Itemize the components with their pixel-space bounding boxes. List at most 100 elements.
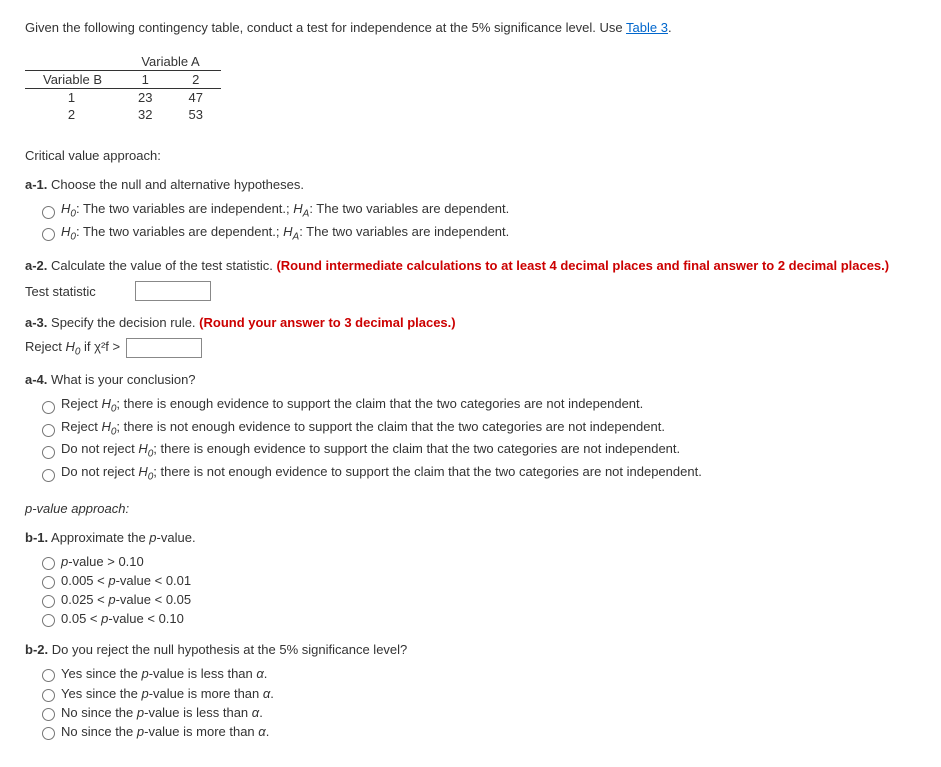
b1-radio-1[interactable]: [42, 557, 55, 570]
cell-11: 23: [120, 89, 170, 107]
intro-text: Given the following contingency table, c…: [25, 20, 916, 35]
b2-radio-1[interactable]: [42, 669, 55, 682]
b1-option-2[interactable]: 0.005 < p-value < 0.01: [37, 572, 916, 590]
b2-opt3-end: .: [259, 705, 263, 720]
a3-reject-if: if: [80, 339, 94, 354]
b2-radio-4[interactable]: [42, 727, 55, 740]
b2-radio-3[interactable]: [42, 708, 55, 721]
a3-input-wrap: Reject H0 if χ²f >: [25, 338, 916, 358]
a3-reject-h: H: [65, 339, 74, 354]
a4-opt2-post: ; there is not enough evidence to suppor…: [116, 419, 665, 434]
a4-option-1[interactable]: Reject H0; there is enough evidence to s…: [37, 395, 916, 417]
a2-input-line: Test statistic: [25, 281, 916, 301]
b1-radio-2[interactable]: [42, 576, 55, 589]
a1-option-2[interactable]: H0: The two variables are dependent.; HA…: [37, 223, 916, 245]
a4-label: a-4. What is your conclusion?: [25, 372, 916, 387]
var-a-header: Variable A: [120, 53, 221, 71]
table3-link[interactable]: Table 3: [626, 20, 668, 35]
a4-opt4-post: ; there is not enough evidence to suppor…: [153, 464, 702, 479]
b1-option-3[interactable]: 0.025 < p-value < 0.05: [37, 591, 916, 609]
b2-opt2-end: .: [270, 686, 274, 701]
b1-opt2-p: p: [108, 573, 115, 588]
cell-22: 53: [170, 106, 220, 123]
contingency-table-wrap: Variable A Variable B 1 2 1 23 47 2 32 5…: [25, 53, 916, 123]
b1-end: -value.: [157, 530, 196, 545]
b2-opt1-mid: -value is less than: [149, 666, 257, 681]
b2-radio-2[interactable]: [42, 689, 55, 702]
a4-opt3-post: ; there is enough evidence to support th…: [153, 441, 680, 456]
b2-opt3-pre: No since the: [61, 705, 137, 720]
b1-radio-4[interactable]: [42, 614, 55, 627]
row-b2: 2: [25, 106, 120, 123]
a1-radio-1[interactable]: [42, 206, 55, 219]
b2-opt1-text: Yes since the p-value is less than α.: [61, 665, 267, 683]
b1-radio-3[interactable]: [42, 595, 55, 608]
b1-option-4[interactable]: 0.05 < p-value < 0.10: [37, 610, 916, 628]
b2-option-1[interactable]: Yes since the p-value is less than α.: [37, 665, 916, 683]
b2-opt2-pre: Yes since the: [61, 686, 141, 701]
test-statistic-input[interactable]: [135, 281, 211, 301]
a1-opt1-ha: H: [293, 201, 302, 216]
critical-value-input[interactable]: [126, 338, 202, 358]
a1-opt1-text: H0: The two variables are independent.; …: [61, 200, 509, 222]
a4-opt2-h: H: [101, 419, 110, 434]
a4-opt2-pre: Reject: [61, 419, 101, 434]
a3-rest: Specify the decision rule.: [47, 315, 199, 330]
a4-option-4[interactable]: Do not reject H0; there is not enough ev…: [37, 463, 916, 485]
a1-opt2-h0: H: [61, 224, 70, 239]
b2-opt3-text: No since the p-value is less than α.: [61, 704, 263, 722]
b2-rest: Do you reject the null hypothesis at the…: [48, 642, 407, 657]
a1-opt2-text: H0: The two variables are dependent.; HA…: [61, 223, 509, 245]
b2-option-4[interactable]: No since the p-value is more than α.: [37, 723, 916, 741]
cell-12: 47: [170, 89, 220, 107]
a4-bold: a-4.: [25, 372, 47, 387]
b2-opt4-mid: -value is more than: [144, 724, 258, 739]
cell-21: 32: [120, 106, 170, 123]
a4-opt4-h: H: [138, 464, 147, 479]
a3-bold: a-3.: [25, 315, 47, 330]
b1-opt2-rest: -value < 0.01: [116, 573, 192, 588]
a1-radio-2[interactable]: [42, 228, 55, 241]
b2-label: b-2. Do you reject the null hypothesis a…: [25, 642, 916, 657]
a1-radio-group: H0: The two variables are independent.; …: [37, 200, 916, 244]
a4-option-3[interactable]: Do not reject H0; there is enough eviden…: [37, 440, 916, 462]
col-a2: 2: [170, 71, 220, 89]
a4-radio-1[interactable]: [42, 401, 55, 414]
a4-rest: What is your conclusion?: [47, 372, 195, 387]
b1-option-1[interactable]: p-value > 0.10: [37, 553, 916, 571]
b1-opt4-text: 0.05 < p-value < 0.10: [61, 610, 184, 628]
b2-option-2[interactable]: Yes since the p-value is more than α.: [37, 685, 916, 703]
b2-opt4-text: No since the p-value is more than α.: [61, 723, 269, 741]
pv-approach-label: p-value approach:: [25, 501, 916, 516]
b1-bold: b-1.: [25, 530, 48, 545]
contingency-table: Variable A Variable B 1 2 1 23 47 2 32 5…: [25, 53, 221, 123]
a2-red: (Round intermediate calculations to at l…: [276, 258, 889, 273]
blank-cell: [25, 53, 120, 71]
a4-opt1-h: H: [101, 396, 110, 411]
b1-opt2-text: 0.005 < p-value < 0.01: [61, 572, 191, 590]
a4-radio-3[interactable]: [42, 446, 55, 459]
b1-radio-group: p-value > 0.10 0.005 < p-value < 0.01 0.…: [37, 553, 916, 629]
a4-opt1-pre: Reject: [61, 396, 101, 411]
a4-opt3-h: H: [138, 441, 147, 456]
a1-opt2-h0text: : The two variables are dependent.;: [76, 224, 283, 239]
b2-opt2-mid: -value is more than: [149, 686, 263, 701]
b1-opt2-pre: 0.005 <: [61, 573, 108, 588]
a1-label: a-1. Choose the null and alternative hyp…: [25, 177, 916, 192]
b2-option-3[interactable]: No since the p-value is less than α.: [37, 704, 916, 722]
a4-radio-group: Reject H0; there is enough evidence to s…: [37, 395, 916, 484]
b1-opt1-rest: -value > 0.10: [68, 554, 144, 569]
b2-opt4-end: .: [266, 724, 270, 739]
a4-option-2[interactable]: Reject H0; there is not enough evidence …: [37, 418, 916, 440]
a4-opt4-text: Do not reject H0; there is not enough ev…: [61, 463, 702, 485]
cv-approach-label: Critical value approach:: [25, 148, 916, 163]
a1-opt2-ha: H: [283, 224, 292, 239]
intro-period: .: [668, 20, 672, 35]
a3-red: (Round your answer to 3 decimal places.): [199, 315, 455, 330]
b2-opt1-pre: Yes since the: [61, 666, 141, 681]
a4-radio-2[interactable]: [42, 424, 55, 437]
a4-opt1-post: ; there is enough evidence to support th…: [116, 396, 643, 411]
a4-radio-4[interactable]: [42, 469, 55, 482]
a1-option-1[interactable]: H0: The two variables are independent.; …: [37, 200, 916, 222]
a3-gt: >: [109, 339, 120, 354]
